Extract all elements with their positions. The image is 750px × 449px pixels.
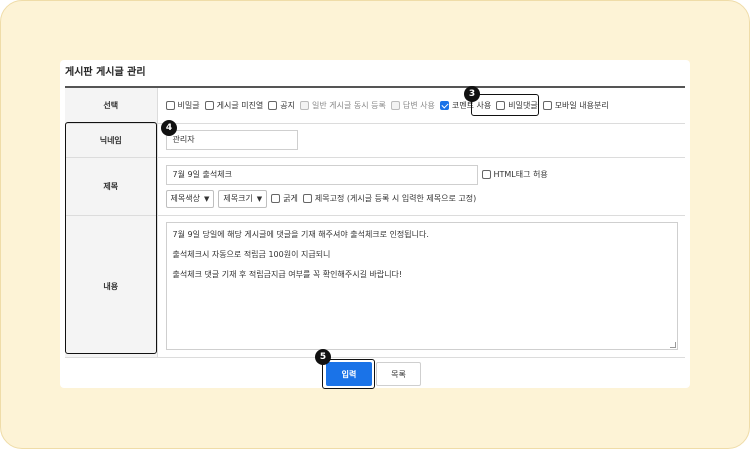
option-label: 게시글 미진열 [216, 100, 264, 110]
option-0[interactable]: 비밀글 [165, 100, 200, 111]
option-checkbox[interactable] [439, 100, 449, 110]
post-form: 선택 비밀글 게시글 미진열 공지 일반 게시글 동시 등록 답변 사용 코멘트 사용 비밀… [65, 86, 685, 358]
subject-label: 제목 [65, 157, 158, 216]
fixed-title-checkbox[interactable] [302, 194, 312, 203]
row-nickname: 닉네임 관리자 [65, 123, 685, 158]
content-line: 출석체크시 자동으로 적립금 100원이 지급되니 [172, 250, 331, 259]
submit-button[interactable]: 입력 [326, 362, 372, 386]
content-label: 내용 [65, 215, 158, 358]
bold-option[interactable]: 굵게 [271, 193, 298, 204]
chevron-down-icon: ▼ [256, 194, 263, 203]
fixed-title-label: 제목고정 (게시글 등록 시 입력한 제목으로 고정) [314, 194, 477, 203]
subject-input[interactable]: 7월 9일 출석체크 [165, 164, 478, 185]
title-size-value: 제목크기 [223, 194, 253, 203]
option-checkbox[interactable] [496, 100, 506, 110]
option-checkbox[interactable] [204, 100, 214, 110]
option-label: 비밀글 [177, 100, 200, 110]
option-label: 일반 게시글 동시 등록 [312, 100, 386, 110]
title-color-select[interactable]: 제목색상 ▼ [165, 189, 215, 208]
chevron-down-icon: ▼ [203, 194, 210, 203]
html-allow-checkbox[interactable] [481, 170, 491, 179]
list-button[interactable]: 목록 [376, 362, 421, 386]
option-label: 모바일 내용분리 [554, 100, 609, 110]
option-checkboxes: 비밀글 게시글 미진열 공지 일반 게시글 동시 등록 답변 사용 코멘트 사용 비밀댓글 모… [165, 100, 686, 111]
bold-label: 굵게 [283, 194, 298, 203]
row-select: 선택 비밀글 게시글 미진열 공지 일반 게시글 동시 등록 답변 사용 코멘트 사용 비밀… [65, 87, 686, 124]
option-label: 비밀댓글 [508, 100, 538, 110]
page-title: 게시판 게시글 관리 [65, 67, 146, 78]
option-label: 공지 [280, 100, 296, 110]
option-3: 일반 게시글 동시 등록 [300, 100, 386, 111]
option-checkbox[interactable] [542, 100, 552, 110]
bold-checkbox[interactable] [271, 194, 281, 203]
row-content: 내용 7월 9일 당일에 해당 게시글에 댓글을 기재 해주셔야 출석체크로 인… [65, 215, 685, 358]
nickname-input[interactable]: 관리자 [165, 130, 298, 150]
callout-badge-4: 4 [161, 120, 177, 136]
html-allow-label: HTML태그 허용 [493, 170, 548, 179]
content-textarea[interactable]: 7월 9일 당일에 해당 게시글에 댓글을 기재 해주셔야 출석체크로 인정됩니… [165, 222, 678, 350]
content-line: 출석체크 댓글 기재 후 적립금지급 여부를 꼭 확인해주시길 바랍니다! [172, 270, 403, 279]
option-label: 답변 사용 [402, 100, 435, 110]
option-checkbox[interactable] [268, 100, 278, 110]
callout-badge-3: 3 [464, 86, 480, 102]
title-color-value: 제목색상 [170, 194, 200, 203]
option-checkbox [300, 100, 310, 110]
nickname-label: 닉네임 [65, 123, 158, 158]
callout-badge-5: 5 [315, 349, 331, 365]
select-label: 선택 [65, 87, 158, 124]
option-1[interactable]: 게시글 미진열 [204, 100, 264, 111]
title-size-select[interactable]: 제목크기 ▼ [218, 189, 268, 208]
content-line: 7월 9일 당일에 해당 게시글에 댓글을 기재 해주셔야 출석체크로 인정됩니… [172, 230, 429, 239]
html-allow-option[interactable]: HTML태그 허용 [481, 169, 548, 180]
resize-handle[interactable] [669, 342, 676, 348]
option-2[interactable]: 공지 [268, 100, 295, 111]
option-6[interactable]: 비밀댓글 [496, 100, 538, 111]
option-checkbox[interactable] [165, 100, 175, 110]
fixed-title-option[interactable]: 제목고정 (게시글 등록 시 입력한 제목으로 고정) [302, 193, 477, 204]
row-subject: 제목 7월 9일 출석체크 HTML태그 허용 제목색상 ▼ 제목크기 ▼ 굵게… [65, 157, 685, 216]
option-checkbox [390, 100, 400, 110]
option-7[interactable]: 모바일 내용분리 [542, 100, 609, 111]
option-4: 답변 사용 [390, 100, 435, 111]
option-5[interactable]: 코멘트 사용 [439, 100, 491, 111]
